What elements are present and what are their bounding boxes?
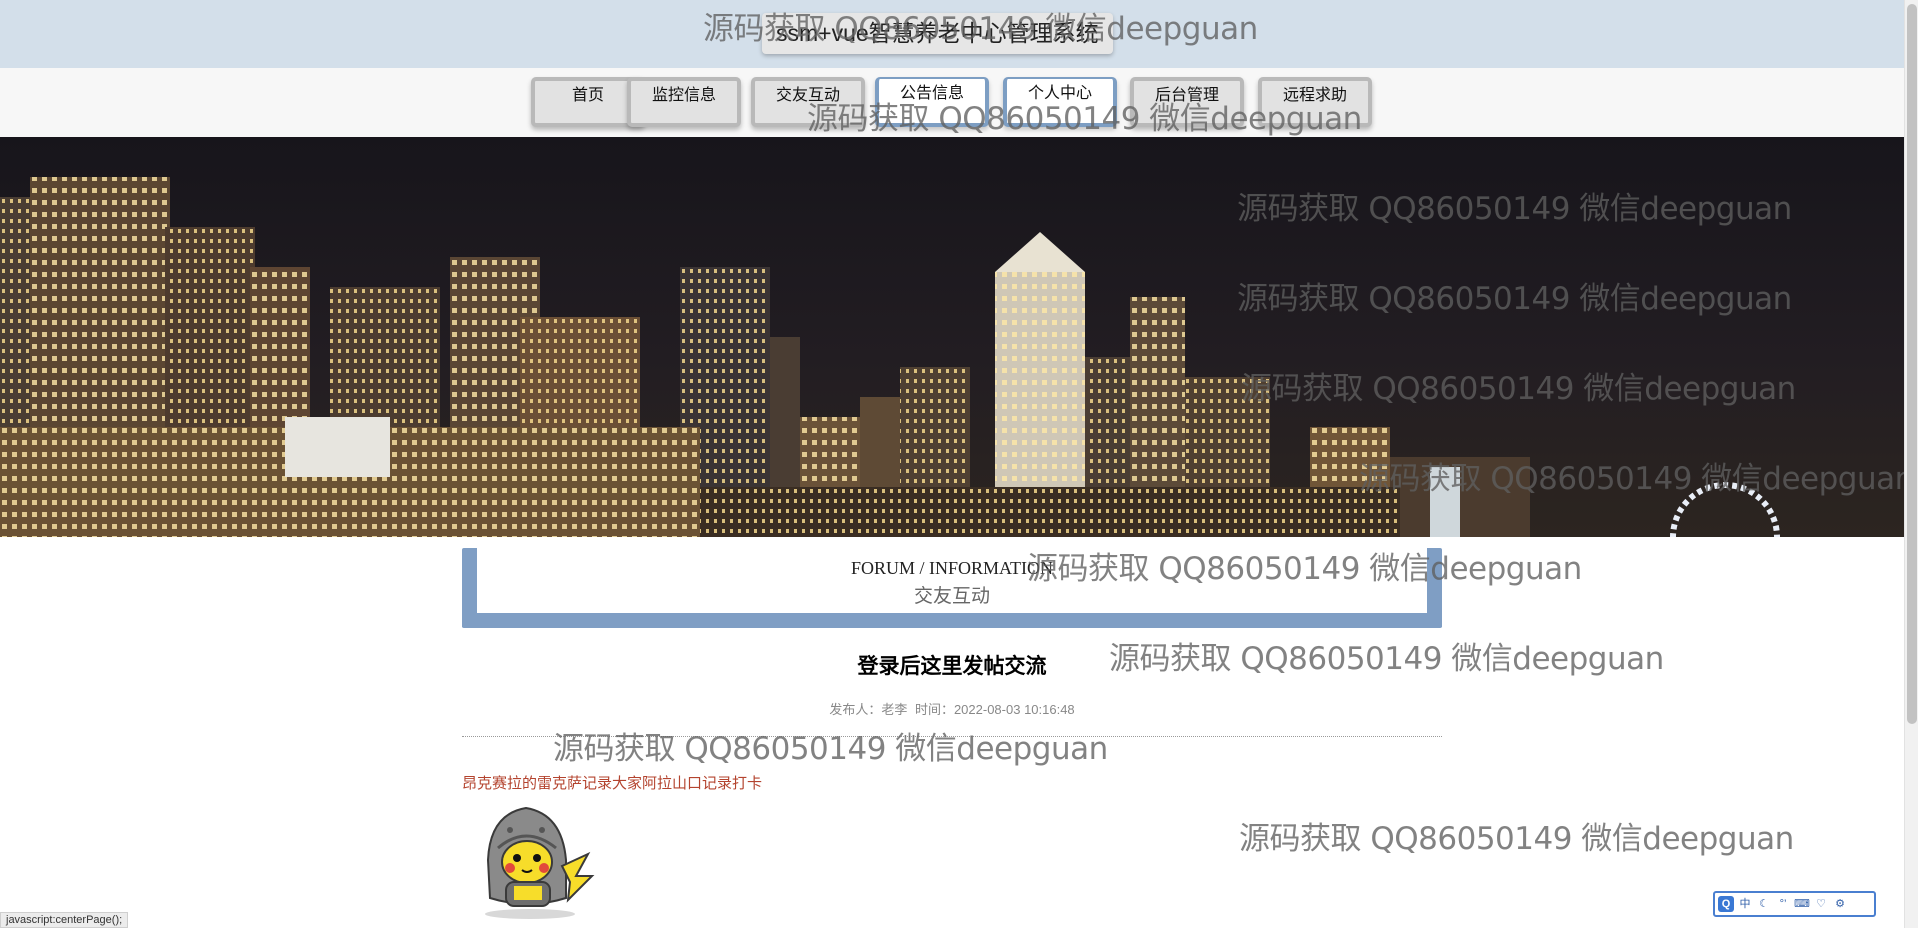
- keyboard-icon[interactable]: ⌨: [1794, 896, 1810, 912]
- nav-item-help[interactable]: 远程求助: [1258, 77, 1372, 127]
- browser-status-bar: javascript:centerPage();: [0, 912, 129, 928]
- section-header: FORUM / INFORMATION 交友互动: [462, 548, 1442, 628]
- nav-item-admin[interactable]: 后台管理: [1130, 77, 1244, 127]
- punctuation-icon[interactable]: °’: [1775, 896, 1791, 912]
- watermark: 源码获取 QQ86050149 微信deepguan: [553, 731, 1108, 767]
- divider: [462, 736, 1442, 737]
- city-skyline-image: [0, 137, 1904, 537]
- ime-toolbar[interactable]: Q 中 ☾ °’ ⌨ ♡ ⚙: [1713, 891, 1876, 917]
- post-body: 昂克赛拉的雷克萨记录大家阿拉山口记录打卡: [462, 775, 763, 792]
- watermark: 源码获取 QQ86050149 微信deepguan: [1239, 821, 1794, 857]
- post-author: 发布人：老李: [829, 702, 908, 717]
- moon-icon[interactable]: ☾: [1756, 896, 1772, 912]
- app-title: ssm+vue智慧养老中心管理系统: [762, 13, 1113, 54]
- post-title: 登录后这里发帖交流: [857, 655, 1047, 678]
- wrench-icon[interactable]: ⚙: [1832, 896, 1848, 912]
- post-time: 时间：2022-08-03 10:16:48: [914, 702, 1075, 717]
- top-header: ssm+vue智慧养老中心管理系统: [0, 0, 1904, 68]
- section-title-cn: 交友互动: [913, 586, 990, 607]
- nav-item-notice[interactable]: 公告信息: [875, 77, 989, 127]
- page-scrollbar[interactable]: [1904, 0, 1918, 928]
- nav-item-forum[interactable]: 交友互动: [751, 77, 865, 127]
- scrollbar-thumb[interactable]: [1907, 4, 1917, 724]
- skin-icon[interactable]: ♡: [1813, 896, 1829, 912]
- post-image: [485, 806, 595, 919]
- nav-item-monitor[interactable]: 监控信息: [627, 77, 741, 127]
- banner-carousel[interactable]: [0, 137, 1904, 537]
- section-title-en: FORUM / INFORMATION: [850, 558, 1054, 578]
- ime-mode-toggle[interactable]: 中: [1737, 896, 1753, 912]
- nav-item-profile[interactable]: 个人中心: [1003, 77, 1117, 127]
- main-nav: 首页 监控信息 交友互动 公告信息 个人中心 后台管理 远程求助: [0, 68, 1904, 137]
- ime-logo-icon[interactable]: Q: [1718, 896, 1734, 912]
- post-meta: 发布人：老李 时间：2022-08-03 10:16:48: [462, 699, 1442, 718]
